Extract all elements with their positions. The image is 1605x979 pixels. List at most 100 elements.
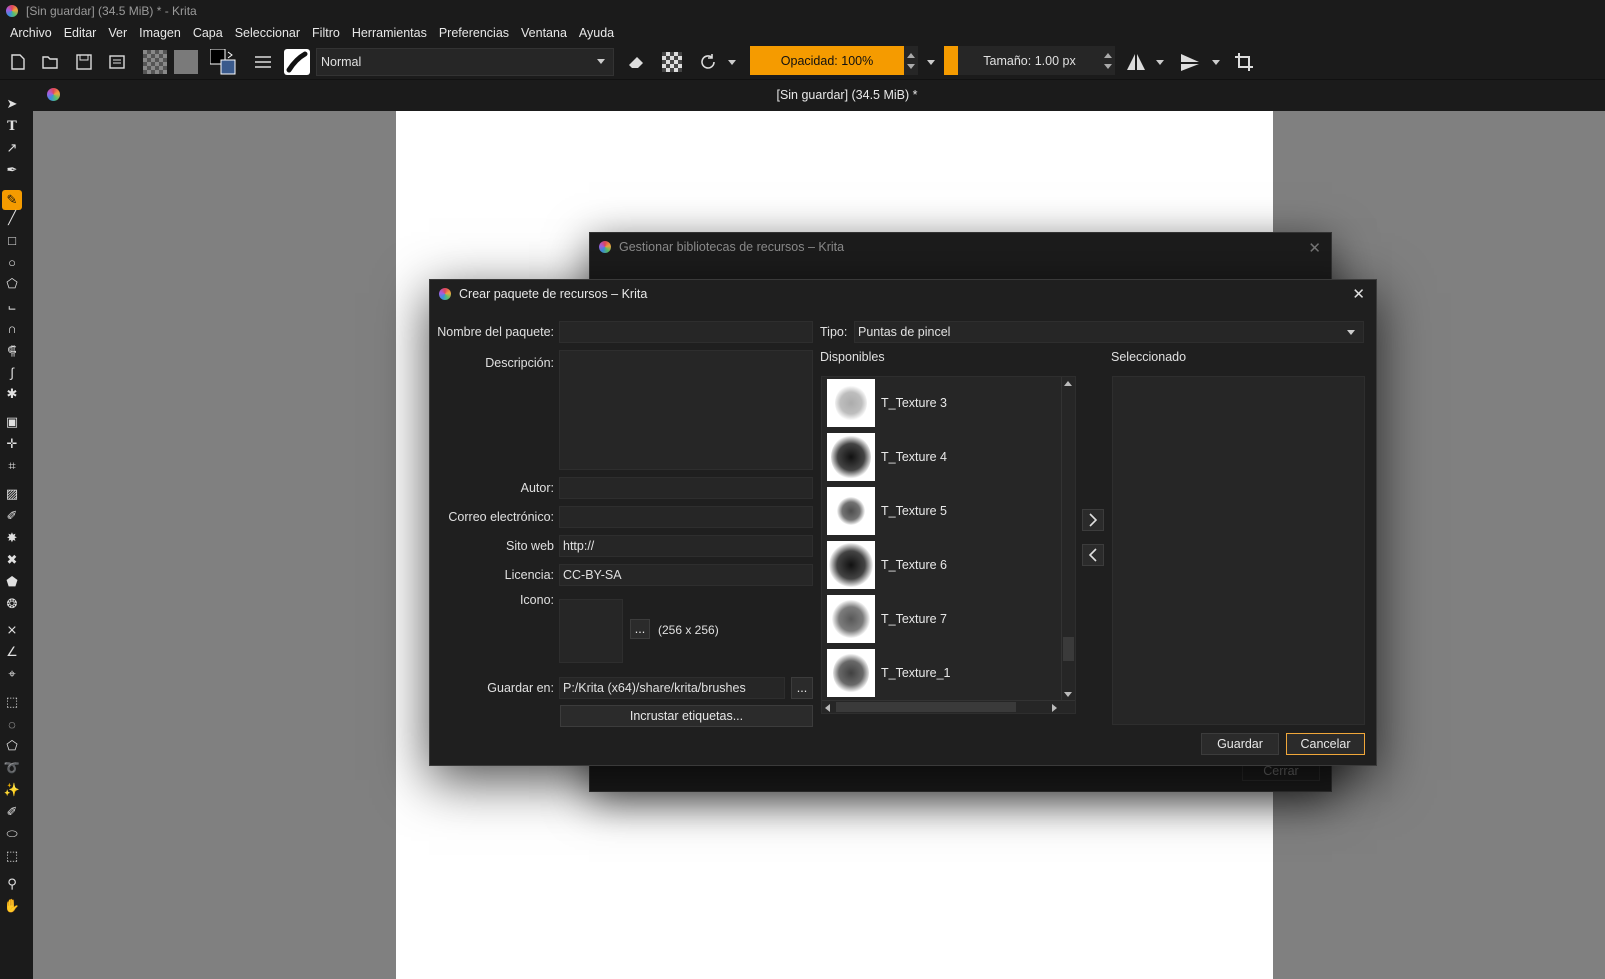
- enclose-fill-tool-icon[interactable]: ❂: [4, 596, 20, 612]
- move-tool-icon[interactable]: ✛: [4, 436, 20, 452]
- mirror-v-dropdown-chevron-icon[interactable]: [1211, 52, 1221, 72]
- scroll-left-icon[interactable]: [825, 704, 830, 712]
- description-textarea[interactable]: [559, 350, 813, 470]
- menu-filtro[interactable]: Filtro: [312, 26, 340, 40]
- crop-tool-icon[interactable]: ⌗: [4, 458, 20, 474]
- bezier-selection-tool-icon[interactable]: ⬭: [4, 826, 20, 842]
- brush-settings-icon[interactable]: [253, 52, 273, 72]
- brush-preset-icon[interactable]: [284, 49, 310, 75]
- save-to-browse-button[interactable]: ...: [791, 677, 813, 699]
- size-slider-fill[interactable]: [944, 46, 959, 75]
- dynamic-brush-tool-icon[interactable]: ∫: [4, 364, 20, 380]
- package-name-input[interactable]: [559, 321, 813, 343]
- zoom-tool-icon[interactable]: ⚲: [4, 876, 20, 892]
- menu-ver[interactable]: Ver: [108, 26, 127, 40]
- new-document-icon[interactable]: [8, 52, 28, 72]
- opacity-slider[interactable]: Opacidad: 100%: [750, 46, 904, 75]
- perspective-grid-tool-icon[interactable]: ⨯: [4, 622, 20, 638]
- list-item[interactable]: T_Texture 6: [827, 540, 1057, 590]
- menu-archivo[interactable]: Archivo: [10, 26, 52, 40]
- email-input[interactable]: [559, 506, 813, 528]
- gradient-preset-icon[interactable]: [143, 50, 167, 74]
- mirror-horizontal-icon[interactable]: [1125, 52, 1147, 72]
- license-input[interactable]: CC-BY-SA: [559, 564, 813, 586]
- menu-imagen[interactable]: Imagen: [139, 26, 181, 40]
- pan-tool-icon[interactable]: ✋: [4, 898, 20, 914]
- color-picker-tool-icon[interactable]: ✐: [4, 508, 20, 524]
- freehand-brush-tool-icon[interactable]: ✎: [2, 190, 22, 210]
- reload-dropdown-chevron-icon[interactable]: [727, 52, 737, 72]
- list-item[interactable]: T_Texture 4: [827, 432, 1057, 482]
- similar-color-selection-tool-icon[interactable]: ✐: [4, 804, 20, 820]
- list-item[interactable]: T_Texture 7: [827, 594, 1057, 644]
- text-tool-icon[interactable]: T: [4, 118, 20, 134]
- type-select[interactable]: Puntas de pincel: [854, 321, 1364, 343]
- alpha-lock-icon[interactable]: [662, 52, 682, 72]
- menu-ventana[interactable]: Ventana: [521, 26, 567, 40]
- open-folder-icon[interactable]: [40, 52, 60, 72]
- ellipse-tool-icon[interactable]: ○: [4, 254, 20, 270]
- opacity-spin-buttons[interactable]: [904, 46, 918, 75]
- elliptical-selection-tool-icon[interactable]: ◌: [4, 716, 20, 732]
- list-item[interactable]: T_Texture_1: [827, 648, 1057, 698]
- available-list[interactable]: T_Texture 3 T_Texture 4 T_Texture 5 T_Te…: [821, 376, 1076, 714]
- menu-preferencias[interactable]: Preferencias: [439, 26, 509, 40]
- size-slider[interactable]: Tamaño: 1.00 px: [958, 46, 1101, 75]
- reference-images-tool-icon[interactable]: ⌖: [4, 666, 20, 682]
- menu-ayuda[interactable]: Ayuda: [579, 26, 614, 40]
- icon-browse-button[interactable]: ...: [630, 619, 650, 639]
- polygonal-selection-tool-icon[interactable]: ⬠: [4, 738, 20, 754]
- bezier-tool-icon[interactable]: ∩: [4, 320, 20, 336]
- author-input[interactable]: [559, 477, 813, 499]
- line-tool-icon[interactable]: ╱: [4, 210, 20, 226]
- close-icon[interactable]: ✕: [1308, 239, 1321, 257]
- multibrush-tool-icon[interactable]: ✱: [4, 386, 20, 402]
- fill-tool-icon[interactable]: ⬟: [4, 574, 20, 590]
- color-swap-icon[interactable]: [210, 49, 236, 75]
- scrollbar-thumb[interactable]: [1063, 637, 1074, 661]
- scroll-down-icon[interactable]: [1064, 692, 1072, 697]
- mirror-h-dropdown-chevron-icon[interactable]: [1155, 52, 1165, 72]
- smart-patch-tool-icon[interactable]: ✸: [4, 530, 20, 546]
- wrap-around-icon[interactable]: [1234, 52, 1254, 72]
- scroll-right-icon[interactable]: [1052, 704, 1057, 712]
- reload-preset-icon[interactable]: [698, 52, 718, 72]
- horizontal-scrollbar[interactable]: [822, 700, 1075, 713]
- add-to-selected-button[interactable]: [1082, 509, 1104, 531]
- save-to-input[interactable]: P:/Krita (x64)/share/krita/brushes: [559, 677, 785, 699]
- list-item[interactable]: T_Texture 3: [827, 378, 1057, 428]
- edit-shapes-tool-icon[interactable]: ↗: [4, 140, 20, 156]
- menu-herramientas[interactable]: Herramientas: [352, 26, 427, 40]
- eraser-icon[interactable]: [626, 52, 646, 72]
- size-spin-buttons[interactable]: [1101, 46, 1115, 75]
- rectangular-selection-tool-icon[interactable]: ⬚: [4, 694, 20, 710]
- measure-tool-icon[interactable]: ∠: [4, 644, 20, 660]
- magnetic-selection-tool-icon[interactable]: ⬚: [4, 848, 20, 864]
- pattern-preset-icon[interactable]: [174, 50, 198, 74]
- scroll-up-icon[interactable]: [1064, 381, 1072, 386]
- contiguous-selection-tool-icon[interactable]: ✨: [4, 782, 20, 798]
- menu-seleccionar[interactable]: Seleccionar: [235, 26, 300, 40]
- select-shapes-tool-icon[interactable]: ➤: [4, 96, 20, 112]
- save-button[interactable]: Guardar: [1201, 733, 1279, 755]
- remove-from-selected-button[interactable]: [1082, 544, 1104, 566]
- close-icon[interactable]: ✕: [1352, 285, 1365, 303]
- document-info-icon[interactable]: [107, 52, 127, 72]
- selected-list[interactable]: [1112, 376, 1365, 725]
- assistant-tool-icon[interactable]: ✖: [4, 552, 20, 568]
- hscrollbar-thumb[interactable]: [836, 702, 1016, 712]
- blend-mode-select[interactable]: Normal: [316, 48, 614, 76]
- rectangle-tool-icon[interactable]: □: [4, 232, 20, 248]
- polygon-tool-icon[interactable]: ⬠: [4, 276, 20, 292]
- freehand-selection-tool-icon[interactable]: ➰: [4, 760, 20, 776]
- vertical-scrollbar[interactable]: [1061, 377, 1075, 701]
- website-input[interactable]: http://: [559, 535, 813, 557]
- cancel-button[interactable]: Cancelar: [1286, 733, 1365, 755]
- calligraphy-tool-icon[interactable]: ✒: [4, 162, 20, 178]
- menu-editar[interactable]: Editar: [64, 26, 97, 40]
- polyline-tool-icon[interactable]: ⨽: [4, 298, 20, 314]
- gradient-tool-icon[interactable]: ▨: [4, 486, 20, 502]
- list-item[interactable]: T_Texture 5: [827, 486, 1057, 536]
- save-icon[interactable]: [74, 52, 94, 72]
- embed-tags-button[interactable]: Incrustar etiquetas...: [560, 705, 813, 727]
